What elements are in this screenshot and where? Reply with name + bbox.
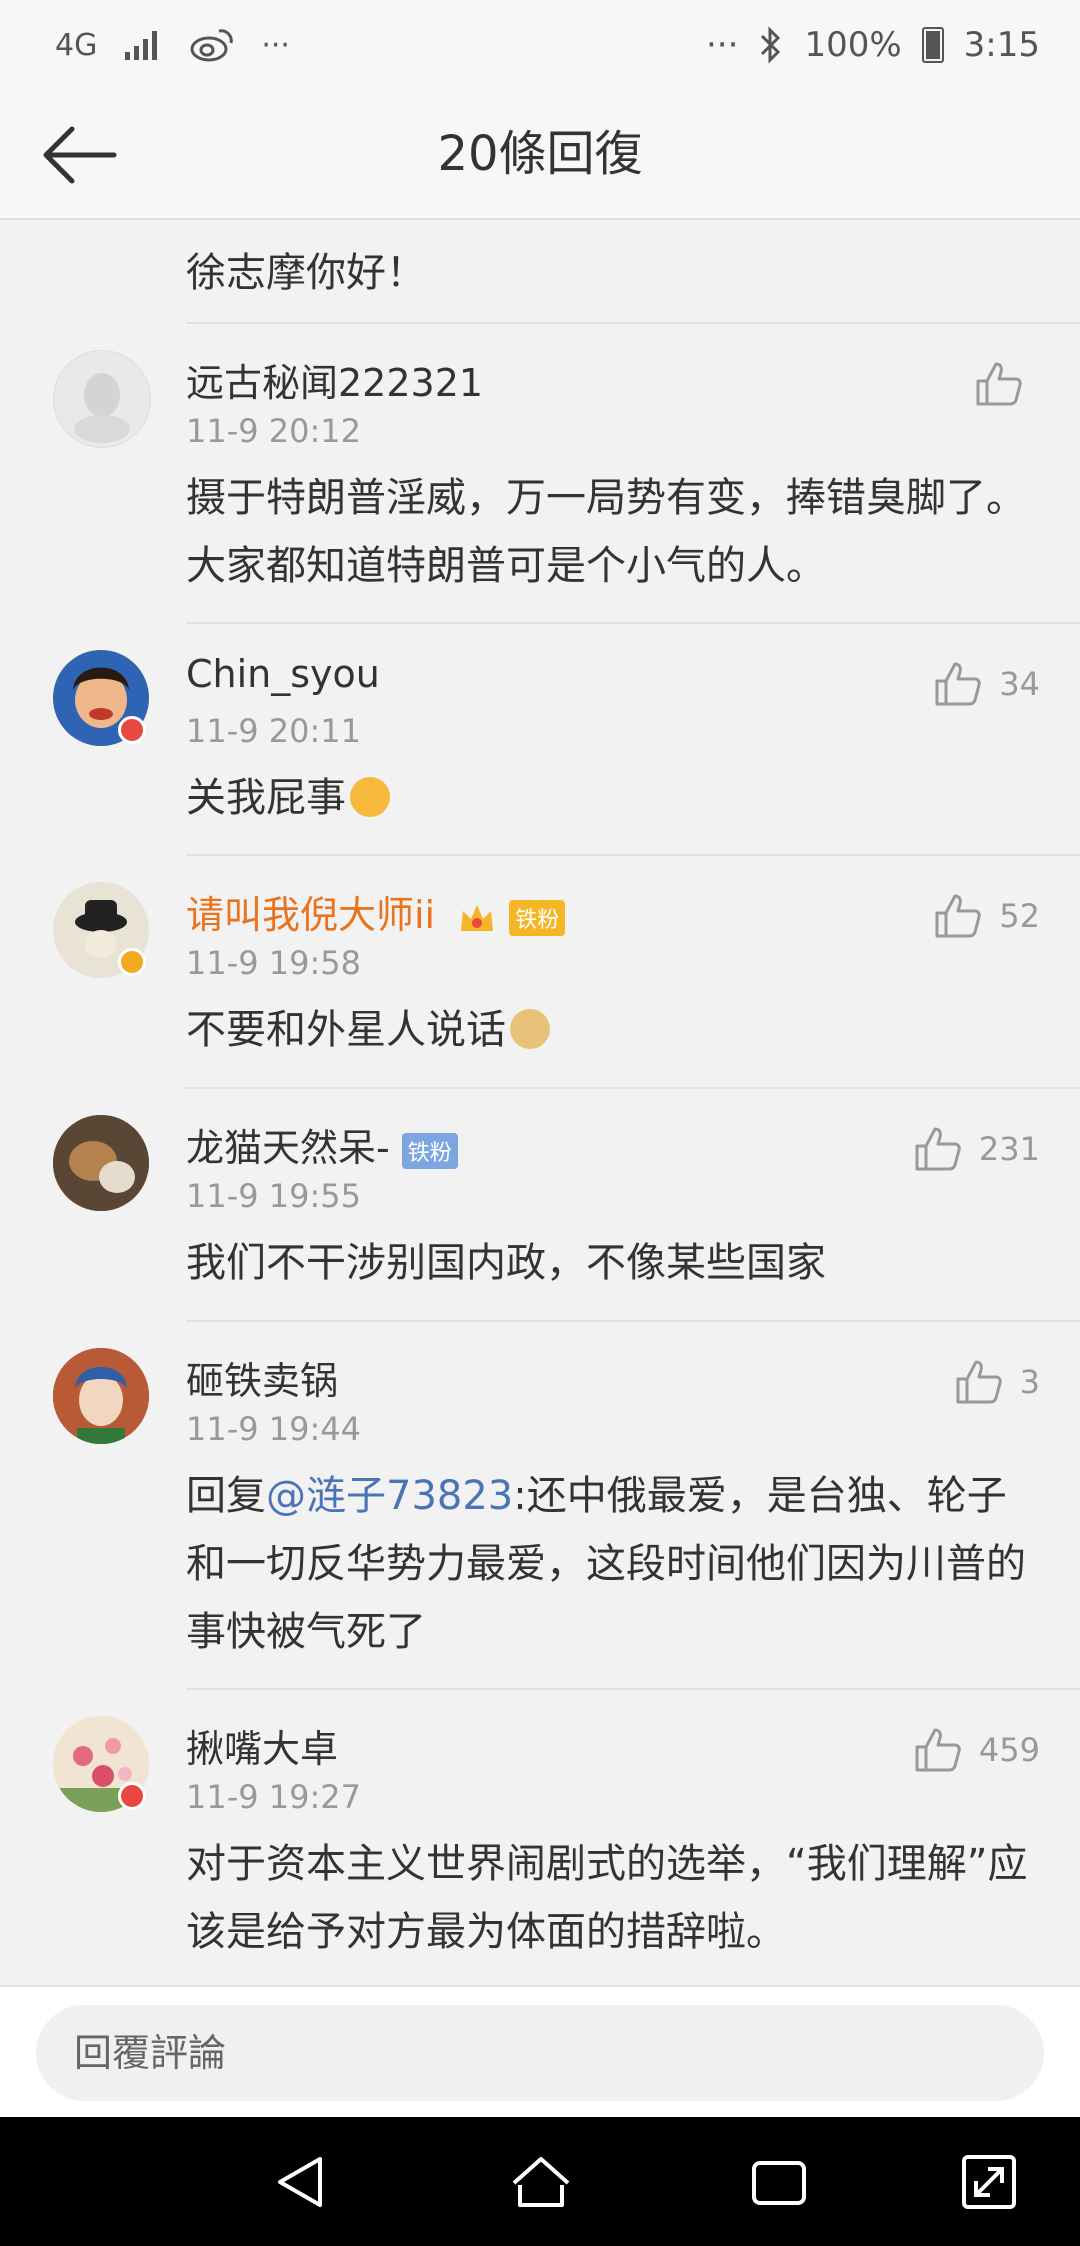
comment-item: 揪嘴大卓 11-9 19:27 459 对于资本主义世界闹剧式的选举，“我们理解… — [0, 1690, 1080, 1980]
fan-tag: 铁粉 — [401, 1132, 458, 1169]
like-button[interactable]: 3 — [954, 1352, 1040, 1412]
reply-prefix: 回复 — [186, 1473, 266, 1519]
verified-badge — [118, 1782, 146, 1810]
mention-link[interactable]: @涟子73823 — [266, 1473, 513, 1519]
avatar[interactable] — [53, 1348, 149, 1444]
avatar-image — [53, 1348, 149, 1444]
doge-emoji-icon — [510, 1009, 550, 1049]
comment-item: 请叫我倪大师ii 铁粉 11-9 19:58 52 不要和外星人说话 — [0, 856, 1080, 1089]
page-title: 20條回復 — [437, 126, 643, 182]
avatar-image — [53, 1115, 149, 1211]
battery-icon — [921, 27, 944, 63]
comment-body-wrap: 关我屁事 — [186, 764, 1040, 832]
clock: 3:15 — [963, 25, 1040, 65]
first-reply-text: 徐志摩你好！ — [186, 250, 426, 296]
comment-username: 请叫我倪大师ii — [186, 893, 436, 937]
thumbs-up-icon — [915, 1728, 961, 1772]
weibo-icon — [190, 29, 234, 62]
comment-username-wrap[interactable]: 龙猫天然呆- 铁粉 — [186, 1117, 458, 1172]
comment-body: 对于资本主义世界闹剧式的选举，“我们理解”应该是给予对方最为体面的措辞啦。 — [186, 1841, 1028, 1955]
nav-rotate-icon[interactable] — [956, 2149, 1022, 2215]
comment-body: 关我屁事 — [186, 775, 346, 821]
status-left: 4G ··· — [55, 20, 290, 70]
fan-tag: 铁粉 — [509, 899, 566, 936]
comment-body: 我们不干涉别国内政，不像某些国家 — [186, 1240, 826, 1286]
comment-time: 11-9 19:58 — [186, 944, 362, 982]
comment-body: 不要和外星人说话 — [186, 1007, 506, 1053]
thumbs-up-icon — [935, 894, 982, 938]
comment-username-wrap[interactable]: 请叫我倪大师ii 铁粉 — [186, 884, 566, 939]
like-button[interactable]: 52 — [933, 886, 1040, 946]
like-button[interactable]: 34 — [933, 654, 1040, 714]
system-nav-bar — [0, 2117, 1080, 2246]
like-count: 231 — [978, 1130, 1040, 1168]
comment-item: 远古秘闻222321 11-9 20:12 摄于特朗普淫威，万一局势有变，捧错臭… — [0, 324, 1080, 624]
like-button[interactable] — [974, 354, 1040, 414]
avatar[interactable] — [53, 350, 151, 448]
like-button[interactable]: 459 — [913, 1720, 1040, 1780]
comment-username: 龙猫天然呆- — [186, 1126, 390, 1170]
crown-icon — [461, 904, 494, 931]
comment-time: 11-9 19:27 — [186, 1778, 362, 1816]
thumbs-up-icon — [915, 1127, 961, 1171]
emoji-icon — [350, 777, 390, 817]
comment-username[interactable]: 揪嘴大卓 — [186, 1718, 338, 1773]
like-button[interactable]: 231 — [913, 1119, 1040, 1179]
comment-item: 龙猫天然呆- 铁粉 11-9 19:55 231 我们不干涉别国内政，不像某些国家 — [0, 1089, 1080, 1322]
more-dots: ··· — [261, 27, 290, 63]
comment-time: 11-9 19:44 — [186, 1410, 362, 1448]
reply-bar: 回覆評論 — [0, 1985, 1080, 2119]
comment-time: 11-9 20:12 — [186, 412, 362, 450]
reply-input[interactable]: 回覆評論 — [36, 2005, 1044, 2101]
comment-body-wrap: 不要和外星人说话 — [186, 996, 1040, 1064]
like-count: 34 — [999, 665, 1040, 703]
status-bar: 4G ··· ··· 100% 3:15 — [0, 0, 1080, 90]
comment-time: 11-9 20:11 — [186, 712, 362, 750]
comment-username[interactable]: 远古秘闻222321 — [186, 352, 483, 407]
thumbs-up-icon — [976, 362, 1022, 406]
network-type: 4G — [55, 27, 98, 63]
verified-badge — [118, 716, 146, 744]
bluetooth-icon — [761, 26, 781, 64]
nav-recents-icon[interactable] — [746, 2149, 812, 2215]
header: 20條回復 — [0, 90, 1080, 220]
comment-item: Chin_syou 11-9 20:11 34 关我屁事 — [0, 624, 1080, 856]
nav-home-icon[interactable] — [508, 2149, 574, 2215]
comment-list[interactable]: 徐志摩你好！ 远古秘闻222321 11-9 20:12 摄于特朗普淫威，万一局… — [0, 220, 1080, 1980]
comment-username[interactable]: 砸铁卖锅 — [186, 1350, 338, 1405]
comment-username[interactable]: Chin_syou — [186, 652, 380, 696]
thumbs-up-icon — [935, 662, 982, 706]
thumbs-up-icon — [956, 1360, 1002, 1404]
default-avatar-icon — [74, 373, 130, 443]
status-right: ··· 100% 3:15 — [706, 20, 1040, 70]
like-count: 459 — [978, 1731, 1040, 1769]
comment-body-wrap: 回复@涟子73823:还中俄最爱，是台独、轮子和一切反华势力最爱，这段时间他们因… — [186, 1462, 1040, 1666]
avatar[interactable] — [53, 1115, 149, 1211]
like-count: 3 — [1019, 1363, 1040, 1401]
comment-item: 砸铁卖锅 11-9 19:44 3 回复@涟子73823:还中俄最爱，是台独、轮… — [0, 1322, 1080, 1690]
verified-badge — [118, 948, 146, 976]
first-reply: 徐志摩你好！ — [0, 220, 1080, 324]
status-dots: ··· — [706, 25, 739, 65]
signal-icon — [125, 31, 158, 60]
comment-time: 11-9 19:55 — [186, 1177, 362, 1215]
battery-percent: 100% — [804, 25, 902, 65]
comment-body: 摄于特朗普淫威，万一局势有变，捧错臭脚了。大家都知道特朗普可是个小气的人。 — [186, 475, 1026, 589]
like-count: 52 — [999, 897, 1040, 935]
nav-back-icon[interactable] — [268, 2149, 334, 2215]
